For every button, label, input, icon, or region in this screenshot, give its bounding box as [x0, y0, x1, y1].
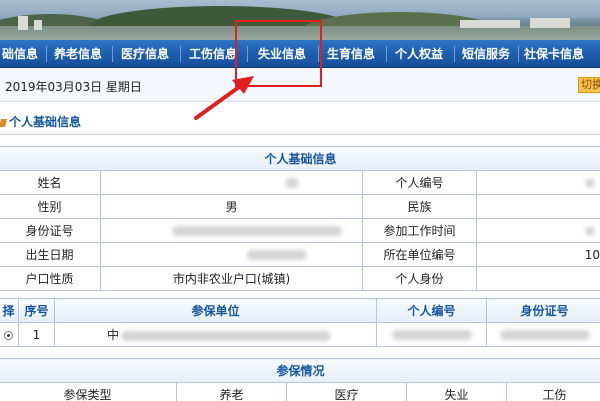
annotation-arrow-icon — [194, 76, 254, 120]
